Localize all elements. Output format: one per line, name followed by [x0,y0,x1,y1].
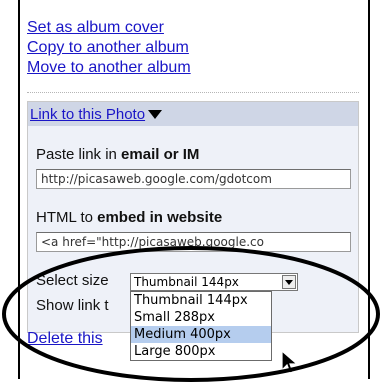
embed-html-label: HTML to embed in website [36,209,223,226]
photo-action-links: Set as album cover Copy to another album… [27,18,191,78]
set-album-cover-link[interactable]: Set as album cover [27,18,191,38]
divider [27,92,359,93]
paste-link-field[interactable]: http://picasaweb.google.com/gdotcom [36,169,351,189]
highlight-ellipse [2,246,380,382]
triangle-down-icon[interactable] [148,109,163,119]
section-header[interactable]: Link to this Photo [28,102,358,126]
link-to-photo-toggle[interactable]: Link to this Photo [30,106,145,123]
move-album-link[interactable]: Move to another album [27,58,191,78]
copy-album-link[interactable]: Copy to another album [27,38,191,58]
paste-link-label: Paste link in email or IM [36,146,200,163]
